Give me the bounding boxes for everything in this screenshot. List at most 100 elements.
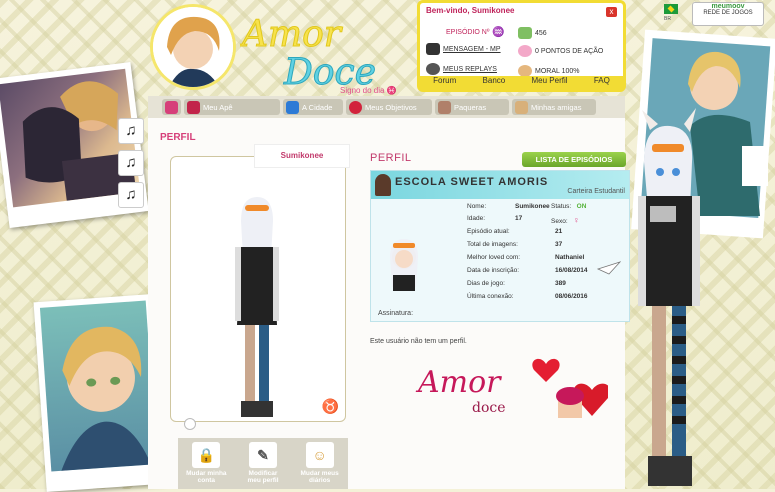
nav-my-apartment[interactable]: Meu Apê — [184, 99, 280, 115]
field-label: Idade: — [467, 215, 486, 222]
nav-friends[interactable]: Minhas amigas — [512, 99, 596, 115]
field-value: 37 — [555, 241, 563, 248]
coins-row: 456 — [518, 27, 547, 39]
field-images: Total de imagens: 37 — [467, 241, 562, 248]
logo-text-amor: Amor — [240, 14, 343, 55]
nav-goals[interactable]: Meus Objetivos — [346, 99, 432, 115]
messages-label: MENSAGEM - MP — [443, 45, 501, 53]
coins-value: 456 — [535, 29, 547, 37]
music-note-icon: ♫ — [125, 122, 137, 139]
badge-text-doce: doce — [472, 400, 506, 416]
nav-home[interactable] — [162, 99, 181, 115]
field-name: Nome: Sumikonee — [467, 203, 550, 210]
account-actions: 🔒 Mudar minha conta ✎ Modificar meu perf… — [178, 438, 348, 489]
diary-icon: ☺ — [305, 442, 334, 468]
network-logo[interactable]: meumoov REDE DE JOGOS — [692, 2, 764, 26]
network-name: meumoov — [711, 3, 745, 10]
profile-header: PERFIL — [370, 152, 412, 164]
close-icon[interactable]: x — [606, 7, 617, 17]
field-value: 17 — [515, 215, 523, 222]
card-subtitle: Carteira Estudantil — [567, 188, 625, 195]
field-value: 21 — [555, 228, 563, 235]
taurus-icon: ♉ — [321, 398, 339, 414]
profile-panel: PERFIL ♉ Sumikonee 🔒 Mudar minha conta ✎… — [148, 118, 630, 489]
messages-link[interactable]: MENSAGEM - MP — [426, 43, 501, 55]
blond-character-illustration — [61, 326, 152, 471]
pen-icon: ✎ — [248, 442, 277, 468]
edit-profile-button[interactable]: ✎ Modificar meu perfil — [242, 442, 284, 489]
people-icon — [438, 100, 451, 114]
field-status: Status: ON — [551, 203, 586, 210]
nav-city[interactable]: A Cidade — [283, 99, 343, 115]
friends-icon — [515, 100, 528, 114]
field-days: Dias de jogo: 389 — [467, 280, 566, 287]
field-last-connection: Última conexão: 08/06/2016 — [467, 293, 588, 300]
field-label: Última conexão: — [467, 293, 514, 300]
episodes-list-button[interactable]: LISTA DE EPISÓDIOS — [522, 152, 626, 167]
flag-label: BR — [664, 16, 671, 22]
episode-label: EPISÓDIO Nº — [446, 29, 490, 36]
field-label: Status: — [551, 203, 572, 210]
network-label: REDE DE JOGOS — [703, 10, 753, 16]
field-label: Nome: — [467, 203, 487, 210]
sign-of-day: Signo do dia ♓ — [340, 86, 397, 95]
sofa-icon — [187, 100, 200, 114]
music-controls: ♫ ♫ ♫ — [118, 118, 144, 214]
music-note-icon: ♫ — [125, 186, 137, 203]
heart-icon — [532, 358, 560, 382]
change-diaries-button[interactable]: ☺ Mudar meus diários — [299, 442, 341, 489]
aquarius-icon: ♒ — [492, 27, 505, 38]
episode-row[interactable]: EPISÓDIO Nº ♒ — [446, 27, 505, 38]
money-icon — [518, 27, 532, 39]
page-title: PERFIL — [160, 132, 196, 143]
nav-label: Minhas amigas — [531, 102, 582, 112]
main-nav: Meu Apê A Cidade Meus Objetivos Paqueras… — [148, 96, 625, 118]
brazil-flag-icon[interactable] — [664, 4, 678, 14]
replays-label: MEUS REPLAYS — [443, 65, 497, 73]
badge-text-amor: Amor — [415, 365, 502, 400]
field-sex: Sexo: ♀ — [551, 215, 580, 225]
home-icon — [165, 100, 178, 114]
welcome-links: Forum Banco Meu Perfil FAQ — [420, 76, 623, 89]
music-button-3[interactable]: ♫ — [118, 182, 144, 208]
replays-link[interactable]: MEUS REPLAYS — [426, 63, 497, 75]
nav-label: Meus Objetivos — [365, 102, 417, 112]
field-value: Nathaniel — [555, 254, 585, 261]
moral-value: MORAL 100% — [535, 67, 580, 75]
card-photo — [381, 231, 427, 291]
avatar-handle[interactable] — [184, 418, 196, 430]
field-age: Idade: 17 — [467, 215, 522, 222]
student-card-header: ESCOLA SWEET AMORIS Carteira Estudantil — [371, 171, 629, 199]
field-label: Episódio atual: — [467, 228, 510, 235]
username-tab: Sumikonee — [254, 144, 350, 168]
envelope-icon — [426, 43, 440, 55]
user-avatar-circle[interactable] — [150, 4, 236, 90]
music-button-1[interactable]: ♫ — [118, 118, 144, 144]
faq-link[interactable]: FAQ — [594, 76, 610, 89]
school-name: ESCOLA SWEET AMORIS — [395, 176, 549, 188]
action-label: Mudar meus diários — [300, 470, 339, 484]
field-episode: Episódio atual: 21 — [467, 228, 562, 235]
music-note-icon: ♫ — [125, 154, 137, 171]
field-label: Data de inscrição: — [467, 267, 520, 274]
sign-of-day-label: Signo do dia — [340, 86, 385, 95]
student-card: ESCOLA SWEET AMORIS Carteira Estudantil … — [370, 170, 630, 322]
amor-doce-logo[interactable]: Amor Doce — [240, 2, 400, 93]
avatar-display: ♉ — [170, 156, 346, 422]
amor-doce-badge: Amor doce — [415, 358, 608, 418]
change-account-button[interactable]: 🔒 Mudar minha conta — [185, 442, 227, 489]
music-button-2[interactable]: ♫ — [118, 150, 144, 176]
welcome-box: Bem-vindo, Sumikonee x EPISÓDIO Nº ♒ MEN… — [417, 0, 626, 92]
paper-plane-icon — [597, 261, 621, 275]
field-label: Sexo: — [551, 218, 568, 225]
field-value: 16/08/2014 — [555, 267, 588, 274]
forum-link[interactable]: Forum — [433, 76, 456, 89]
action-label: Modificar meu perfil — [247, 470, 279, 484]
nav-crushes[interactable]: Paqueras — [435, 99, 509, 115]
bank-link[interactable]: Banco — [483, 76, 506, 89]
field-loved: Melhor loved com: Nathaniel — [467, 254, 584, 261]
field-signup: Data de inscrição: 16/08/2014 — [467, 267, 588, 274]
full-body-avatar — [235, 197, 279, 417]
my-profile-link[interactable]: Meu Perfil — [532, 76, 568, 89]
city-icon — [286, 100, 299, 114]
